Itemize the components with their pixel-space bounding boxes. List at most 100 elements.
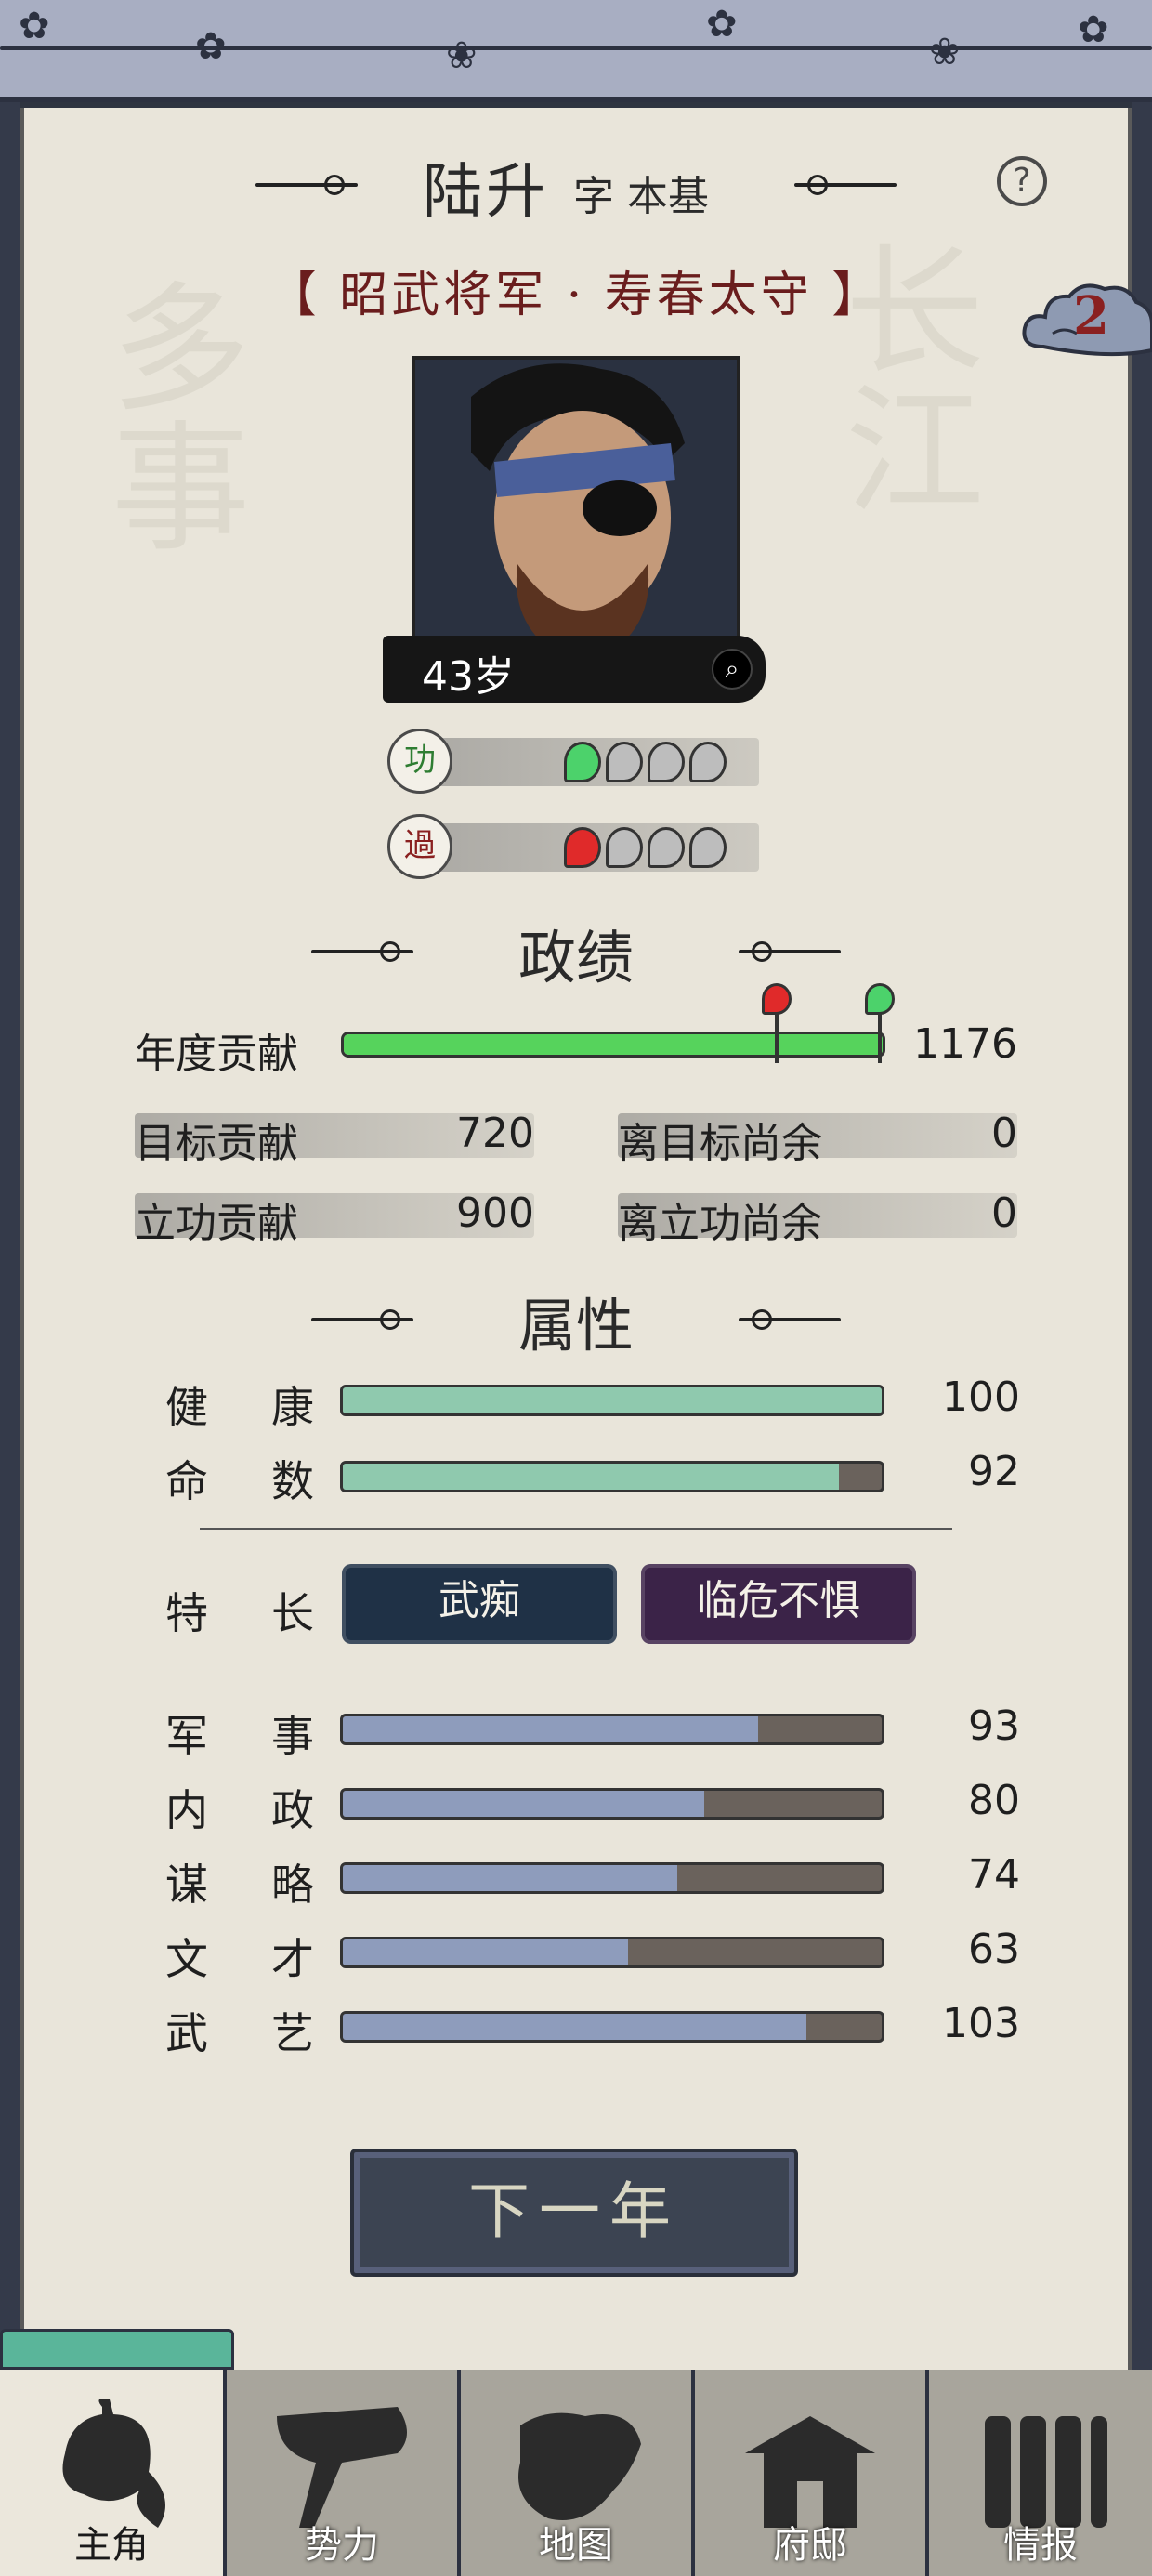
- attributes-divider: [200, 1528, 952, 1530]
- demerit-token-empty-icon: [689, 827, 727, 868]
- tab-mansion-label: 府邸: [773, 2524, 847, 2567]
- character-name: 陆升: [423, 158, 549, 227]
- trait-button-martial-obsession[interactable]: 武痴: [342, 1564, 617, 1644]
- search-icon[interactable]: ⌕: [712, 649, 753, 690]
- skill-martial-arts-bar-fill: [343, 2014, 806, 2040]
- skill-military-value: 93: [968, 1702, 1020, 1750]
- merit-icons: [564, 742, 731, 786]
- annual-contribution-bar: [341, 1032, 885, 1058]
- skill-literary-value: 63: [968, 1925, 1020, 1973]
- tab-faction-label: 势力: [305, 2524, 379, 2567]
- tab-mansion[interactable]: 府邸: [691, 2370, 925, 2576]
- skill-martial-arts-value: 103: [942, 2000, 1020, 2047]
- merit-threshold-pin-icon: [865, 983, 895, 1015]
- merit-row: 功: [387, 729, 759, 794]
- annual-contribution-value: 1176: [913, 1020, 1017, 1068]
- skill-politics-bar: [340, 1788, 884, 1820]
- character-courtesy-name: 字 本基: [573, 173, 709, 220]
- demerit-token-empty-icon: [648, 827, 685, 868]
- remaining-to-target-label: 离目标尚余: [618, 1120, 822, 1167]
- skill-strategy-label: 谋略: [165, 1860, 314, 1910]
- merit-token-empty-icon: [689, 742, 727, 782]
- tab-map[interactable]: 地图: [457, 2370, 691, 2576]
- next-year-button[interactable]: 下一年: [350, 2149, 798, 2277]
- skill-military-bar-fill: [343, 1716, 758, 1742]
- flower-ornament: ✿: [1078, 8, 1109, 51]
- age-banner: 43岁 ⌕: [383, 636, 766, 703]
- remaining-to-target-value: 0: [991, 1110, 1017, 1157]
- tab-faction[interactable]: 势力: [223, 2370, 457, 2576]
- active-tab-ribbon: [0, 2329, 234, 2370]
- header-ornament-right: [794, 175, 897, 195]
- fate-label: 命数: [165, 1456, 314, 1506]
- remaining-to-merit-label: 离立功尚余: [618, 1200, 822, 1247]
- merit-contribution-label: 立功贡献: [135, 1200, 298, 1247]
- skill-literary-label: 文才: [165, 1934, 314, 1984]
- vine-pattern: [0, 46, 1152, 50]
- character-titles: 【 昭武将军 · 寿春太守 】: [268, 268, 884, 323]
- health-label: 健康: [165, 1382, 314, 1432]
- flower-ornament: ✿: [19, 5, 50, 47]
- remaining-to-merit-value: 0: [991, 1189, 1017, 1237]
- skill-literary-bar-fill: [343, 1939, 629, 1965]
- character-age: 43岁: [422, 653, 515, 701]
- skill-martial-arts-bar: [340, 2011, 884, 2043]
- performance-ornament-right: [739, 941, 841, 962]
- skill-strategy-value: 74: [968, 1851, 1020, 1899]
- tab-protagonist[interactable]: 主角: [0, 2370, 223, 2576]
- skill-strategy-bar: [340, 1862, 884, 1894]
- demerit-token-empty-icon: [606, 827, 643, 868]
- help-button[interactable]: ?: [997, 156, 1047, 206]
- top-decorative-band: ✿ ✿ ❀ ✿ ❀ ✿: [0, 0, 1152, 102]
- fate-bar: [340, 1461, 884, 1492]
- performance-section-title: 政绩: [517, 924, 634, 992]
- health-bar: [340, 1385, 884, 1416]
- annual-contribution-label: 年度贡献: [135, 1031, 298, 1078]
- merit-contribution-value: 900: [456, 1189, 534, 1237]
- target-contribution-label: 目标贡献: [135, 1120, 298, 1167]
- skill-politics-bar-fill: [343, 1791, 704, 1817]
- tab-map-label: 地图: [539, 2524, 613, 2567]
- flower-ornament: ✿: [706, 3, 738, 46]
- character-portrait: [412, 356, 740, 676]
- demerit-seal-icon: 過: [387, 814, 452, 879]
- attributes-section-title: 属性: [517, 1292, 634, 1360]
- frame-right: [1132, 102, 1152, 2370]
- fate-bar-fill: [343, 1464, 839, 1490]
- notification-count: 2: [1073, 285, 1109, 347]
- flower-ornament: ❀: [929, 31, 961, 73]
- flower-ornament: ✿: [195, 25, 227, 68]
- skill-military-label: 军事: [165, 1711, 314, 1761]
- trait-button-fearless-in-danger[interactable]: 临危不惧: [641, 1564, 916, 1644]
- skill-military-bar: [340, 1714, 884, 1745]
- character-name-header: 陆升 字 本基: [0, 144, 1152, 227]
- skill-politics-label: 内政: [165, 1785, 314, 1835]
- merit-seal-icon: 功: [387, 729, 452, 794]
- skill-martial-arts-label: 武艺: [165, 2008, 314, 2058]
- merit-token-filled-icon: [564, 742, 601, 782]
- annual-contribution-fill: [344, 1034, 883, 1055]
- demerit-threshold-pin-icon: [761, 983, 792, 1015]
- frame-left: [0, 102, 20, 2370]
- target-contribution-value: 720: [456, 1110, 534, 1157]
- notification-cloud-badge[interactable]: 2: [1015, 274, 1152, 367]
- demerit-row: 過: [387, 814, 759, 879]
- specialty-label: 特长: [165, 1588, 314, 1638]
- attributes-ornament-right: [739, 1309, 841, 1330]
- health-bar-fill: [343, 1387, 882, 1413]
- demerit-token-filled-icon: [564, 827, 601, 868]
- portrait-image: [415, 360, 737, 672]
- header-ornament-left: [255, 175, 358, 195]
- skill-politics-value: 80: [968, 1777, 1020, 1824]
- bottom-navigation: 主角 势力 地图 府邸 情报: [0, 2370, 1152, 2576]
- fate-value: 92: [968, 1448, 1020, 1495]
- skill-strategy-bar-fill: [343, 1865, 677, 1891]
- merit-token-empty-icon: [606, 742, 643, 782]
- skill-literary-bar: [340, 1937, 884, 1968]
- flower-ornament: ❀: [446, 34, 478, 77]
- demerit-icons: [564, 827, 731, 872]
- health-value: 100: [942, 1373, 1020, 1421]
- tab-protagonist-label: 主角: [74, 2524, 149, 2567]
- tab-intelligence-label: 情报: [1003, 2524, 1078, 2567]
- tab-intelligence[interactable]: 情报: [925, 2370, 1152, 2576]
